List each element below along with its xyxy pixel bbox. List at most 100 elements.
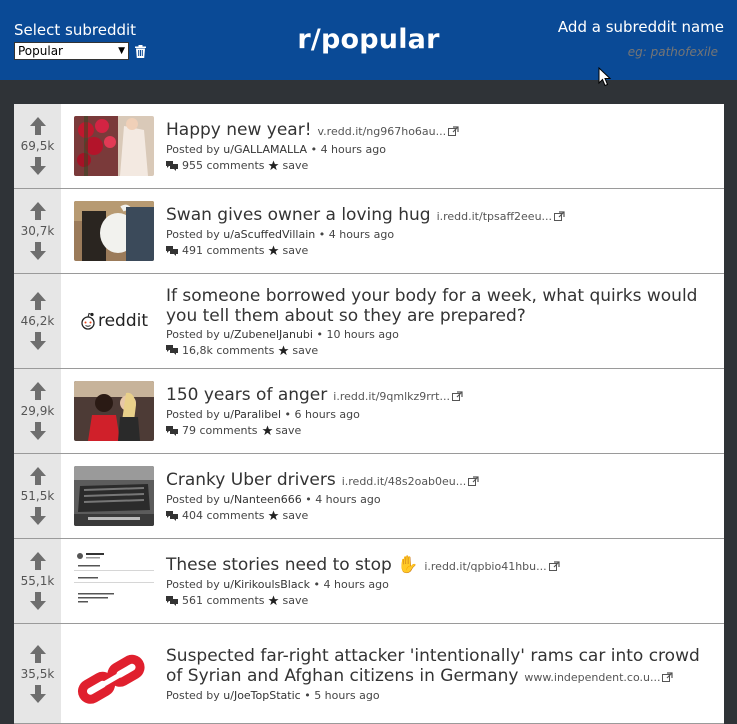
post-author[interactable]: u/aScuffedVillain [223, 228, 315, 241]
comments-link[interactable]: 955 comments [182, 159, 264, 172]
post-actions: 561 comments save [166, 594, 560, 607]
downvote-arrow-icon[interactable] [29, 242, 46, 260]
star-icon[interactable] [268, 245, 280, 256]
post-content: Cranky Uber drivers i.redd.it/48s2oab0eu.… [154, 454, 493, 538]
save-link[interactable]: save [282, 509, 308, 522]
post-title[interactable]: These stories need to stop ✋ [166, 555, 418, 575]
post-score: 51,5k [20, 489, 55, 503]
save-link[interactable]: save [282, 159, 308, 172]
comments-link[interactable]: 561 comments [182, 594, 264, 607]
upvote-arrow-icon[interactable] [29, 292, 46, 310]
post-score: 55,1k [20, 574, 55, 588]
comments-link[interactable]: 491 comments [182, 244, 264, 257]
post-time: • 4 hours ago [318, 228, 395, 241]
upvote-arrow-icon[interactable] [29, 552, 46, 570]
upvote-arrow-icon[interactable] [29, 382, 46, 400]
star-icon[interactable] [268, 510, 280, 521]
post-thumbnail[interactable] [74, 116, 154, 176]
post-title-line: 150 years of anger i.redd.it/9qmlkz9rrt..… [166, 385, 463, 406]
post-item[interactable]: 35,5k Suspected far-right attacker 'inten… [14, 624, 724, 724]
post-actions: 491 comments save [166, 244, 565, 257]
post-author[interactable]: u/GALLAMALLA [223, 143, 307, 156]
external-link-icon[interactable] [554, 206, 565, 221]
comments-link[interactable]: 16,8k comments [182, 344, 274, 357]
post-domain-link[interactable]: i.redd.it/qpbio41hbu... [424, 560, 546, 573]
save-link[interactable]: save [292, 344, 318, 357]
posted-by-label: Posted by [166, 408, 220, 421]
post-actions: 16,8k comments save [166, 344, 710, 357]
post-item[interactable]: 55,1k These stories need to stop ✋ i.redd.… [14, 539, 724, 624]
star-icon[interactable] [268, 160, 280, 171]
post-score: 35,5k [20, 666, 55, 681]
post-author[interactable]: u/JoeTopStatic [223, 689, 300, 702]
comments-link[interactable]: 79 comments [182, 424, 258, 437]
post-domain-link[interactable]: www.independent.co.u... [524, 671, 660, 684]
post-item[interactable]: 46,2k reddit If someone borrowed your body… [14, 274, 724, 369]
post-item[interactable]: 29,9k 150 years of anger i.redd.it/9qmlkz9… [14, 369, 724, 454]
thumbnail-wrap [61, 454, 154, 538]
post-actions: 79 comments save [166, 424, 463, 437]
comments-icon [166, 160, 178, 171]
thumbnail-wrap: reddit [61, 274, 154, 368]
upvote-arrow-icon[interactable] [29, 117, 46, 135]
post-meta: Posted by u/GALLAMALLA • 4 hours ago [166, 143, 459, 156]
thumbnail-wrap [61, 189, 154, 273]
upvote-arrow-icon[interactable] [29, 467, 46, 485]
post-meta: Posted by u/Nanteen666 • 4 hours ago [166, 493, 479, 506]
post-thumbnail[interactable] [74, 201, 154, 261]
post-item[interactable]: 51,5k Cranky Uber drivers i.redd.it/48s2oa… [14, 454, 724, 539]
downvote-arrow-icon[interactable] [29, 422, 46, 440]
post-thumbnail[interactable] [74, 551, 154, 611]
external-link-icon[interactable] [662, 667, 674, 682]
post-title[interactable]: If someone borrowed your body for a week… [166, 286, 697, 326]
external-link-icon[interactable] [448, 121, 459, 136]
post-item[interactable]: 30,7k Swan gives owner a loving hug i.redd… [14, 189, 724, 274]
vote-column: 51,5k [14, 454, 61, 538]
upvote-arrow-icon[interactable] [29, 202, 46, 220]
upvote-arrow-icon[interactable] [29, 644, 46, 663]
post-title[interactable]: 150 years of anger [166, 385, 327, 405]
post-content: Suspected far-right attacker 'intentiona… [154, 624, 724, 723]
post-title[interactable]: Happy new year! [166, 120, 312, 140]
post-author[interactable]: u/ZubenelJanubi [223, 328, 313, 341]
post-item[interactable]: 69,5k Happy new year! v.redd.it/ng967ho6au… [14, 104, 724, 189]
post-actions: 955 comments save [166, 159, 459, 172]
star-icon[interactable] [278, 344, 289, 356]
save-link[interactable]: save [282, 594, 308, 607]
star-icon[interactable] [261, 425, 273, 436]
external-link-icon[interactable] [468, 471, 479, 486]
thumbnail-wrap [61, 539, 154, 623]
post-domain-link[interactable]: i.redd.it/tpsaff2eeu... [437, 210, 552, 223]
add-subreddit-input[interactable] [576, 44, 720, 60]
post-thumbnail[interactable]: reddit [74, 291, 154, 351]
post-content: These stories need to stop ✋ i.redd.it/qp… [154, 539, 574, 623]
save-link[interactable]: save [282, 244, 308, 257]
post-domain-link[interactable]: i.redd.it/48s2oab0eu... [342, 475, 467, 488]
post-title[interactable]: Cranky Uber drivers [166, 470, 336, 490]
posted-by-label: Posted by [166, 578, 220, 591]
external-link-icon[interactable] [548, 556, 560, 571]
post-domain-link[interactable]: v.redd.it/ng967ho6au... [318, 125, 447, 138]
downvote-arrow-icon[interactable] [29, 157, 46, 175]
save-link[interactable]: save [276, 424, 302, 437]
post-thumbnail[interactable] [74, 643, 154, 704]
post-title[interactable]: Swan gives owner a loving hug [166, 205, 431, 225]
post-thumbnail[interactable] [74, 466, 154, 526]
post-time: • 6 hours ago [284, 408, 360, 421]
comments-link[interactable]: 404 comments [182, 509, 264, 522]
downvote-arrow-icon[interactable] [29, 684, 46, 703]
post-time: • 5 hours ago [304, 688, 380, 702]
external-link-icon[interactable] [451, 386, 463, 401]
downvote-arrow-icon[interactable] [29, 332, 46, 350]
post-author[interactable]: u/Paralibel [223, 408, 281, 421]
star-icon[interactable] [268, 595, 280, 606]
thumbnail-wrap [61, 624, 154, 723]
post-author[interactable]: u/KirikoulsBlack [223, 578, 310, 591]
post-author[interactable]: u/Nanteen666 [223, 493, 301, 506]
post-title-line: If someone borrowed your body for a week… [166, 286, 710, 326]
post-content: 150 years of anger i.redd.it/9qmlkz9rrt..… [154, 369, 477, 453]
downvote-arrow-icon[interactable] [29, 592, 46, 610]
downvote-arrow-icon[interactable] [29, 507, 46, 525]
post-thumbnail[interactable] [74, 381, 154, 441]
post-domain-link[interactable]: i.redd.it/9qmlkz9rrt... [333, 390, 450, 403]
